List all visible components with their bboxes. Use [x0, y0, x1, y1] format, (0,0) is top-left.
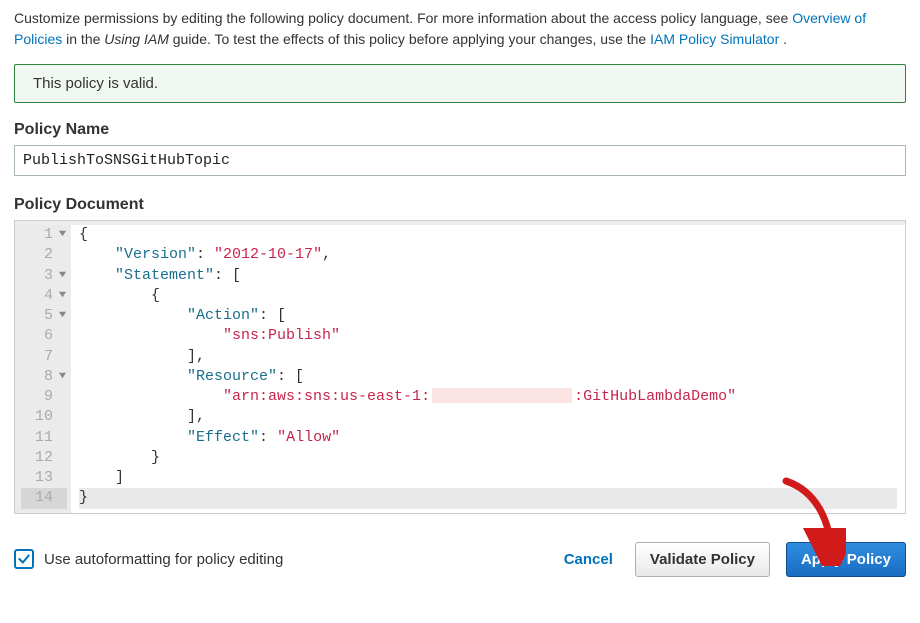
line-number: 5 — [21, 306, 67, 326]
code-line: "arn:aws:sns:us-east-1::GitHubLambdaDemo… — [79, 387, 897, 407]
link-policy-simulator[interactable]: IAM Policy Simulator — [650, 31, 779, 47]
redacted-segment — [432, 388, 572, 403]
code-line: ], — [79, 407, 897, 427]
footer-bar: Use autoformatting for policy editing Ca… — [14, 542, 906, 577]
code-line: { — [79, 225, 897, 245]
code-line: "sns:Publish" — [79, 326, 897, 346]
line-number: 10 — [21, 407, 67, 427]
line-number: 12 — [21, 448, 67, 468]
intro-part-3: guide. To test the effects of this polic… — [173, 31, 650, 47]
validate-policy-button[interactable]: Validate Policy — [635, 542, 770, 577]
code-area[interactable]: { "Version": "2012-10-17", "Statement": … — [71, 221, 905, 513]
code-line: ], — [79, 347, 897, 367]
line-number: 14 — [21, 488, 67, 508]
line-number: 8 — [21, 367, 67, 387]
check-icon — [17, 552, 31, 566]
code-line: } — [79, 488, 897, 508]
line-number: 1 — [21, 225, 67, 245]
intro-part-1: Customize permissions by editing the fol… — [14, 10, 792, 26]
policy-name-input[interactable] — [14, 145, 906, 176]
fold-toggle-icon[interactable] — [57, 266, 67, 286]
intro-text: Customize permissions by editing the fol… — [14, 8, 906, 50]
line-number: 2 — [21, 245, 67, 265]
fold-toggle-icon[interactable] — [57, 225, 67, 245]
fold-toggle-icon[interactable] — [57, 367, 67, 387]
label-policy-document: Policy Document — [14, 196, 906, 214]
label-policy-name: Policy Name — [14, 121, 906, 139]
validation-banner: This policy is valid. — [14, 64, 906, 103]
code-line: "Version": "2012-10-17", — [79, 245, 897, 265]
code-editor[interactable]: 1234567891011121314 { "Version": "2012-1… — [14, 220, 906, 514]
code-line: "Statement": [ — [79, 266, 897, 286]
cancel-button[interactable]: Cancel — [564, 551, 613, 568]
line-number: 9 — [21, 387, 67, 407]
line-number: 3 — [21, 266, 67, 286]
intro-part-2: in the — [66, 31, 104, 47]
line-number: 13 — [21, 468, 67, 488]
line-number: 11 — [21, 428, 67, 448]
intro-italic: Using IAM — [104, 31, 169, 47]
autoformat-label: Use autoformatting for policy editing — [44, 551, 283, 568]
code-line: { — [79, 286, 897, 306]
line-number: 7 — [21, 347, 67, 367]
autoformat-checkbox[interactable] — [14, 549, 34, 569]
code-line: "Resource": [ — [79, 367, 897, 387]
validation-message: This policy is valid. — [33, 75, 158, 92]
apply-policy-button[interactable]: Apply Policy — [786, 542, 906, 577]
intro-part-4: . — [783, 31, 787, 47]
fold-toggle-icon[interactable] — [57, 286, 67, 306]
code-line: "Action": [ — [79, 306, 897, 326]
code-line: ] — [79, 468, 897, 488]
code-line: } — [79, 448, 897, 468]
fold-toggle-icon[interactable] — [57, 306, 67, 326]
code-line: "Effect": "Allow" — [79, 428, 897, 448]
line-number: 4 — [21, 286, 67, 306]
code-gutter: 1234567891011121314 — [15, 221, 71, 513]
line-number: 6 — [21, 326, 67, 346]
